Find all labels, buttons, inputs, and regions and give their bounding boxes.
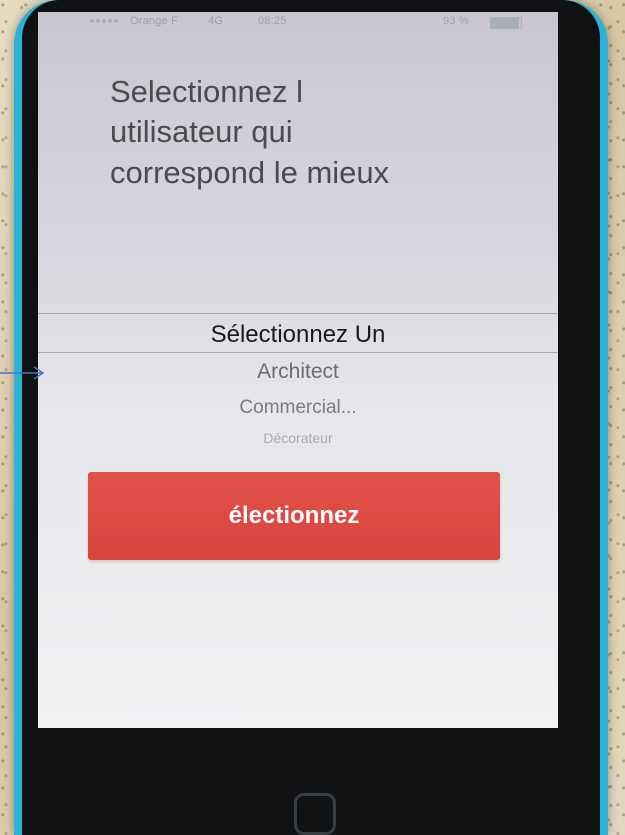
clock: 08:25 [258,15,287,27]
battery-icon [490,17,522,29]
page-title: Selectionnez l utilisateur qui correspon… [110,74,390,190]
network-label: 4G [208,15,224,27]
picker-selected-item[interactable]: Sélectionnez Un [38,321,558,349]
phone-screen: Orange F 4G 08:25 93 % Selectionnez l ut… [38,12,558,728]
user-type-picker[interactable]: Sélectionnez Un Architect Commercial... … [38,313,558,448]
battery-fill [491,18,519,28]
carrier-label: Orange F [130,15,179,27]
signal-dots-icon [90,19,120,25]
picker-divider-bottom [38,352,558,353]
select-button[interactable]: électionnez [88,472,500,560]
picker-divider-top [38,313,558,314]
home-button[interactable] [294,793,336,835]
picker-option[interactable]: Décorateur [38,430,558,446]
status-bar: Orange F 4G 08:25 93 % [38,12,558,32]
picker-option[interactable]: Architect [38,360,558,384]
battery-percent: 93 % [443,15,469,27]
annotation-arrow-icon [0,366,45,380]
picker-option[interactable]: Commercial... [38,397,558,419]
